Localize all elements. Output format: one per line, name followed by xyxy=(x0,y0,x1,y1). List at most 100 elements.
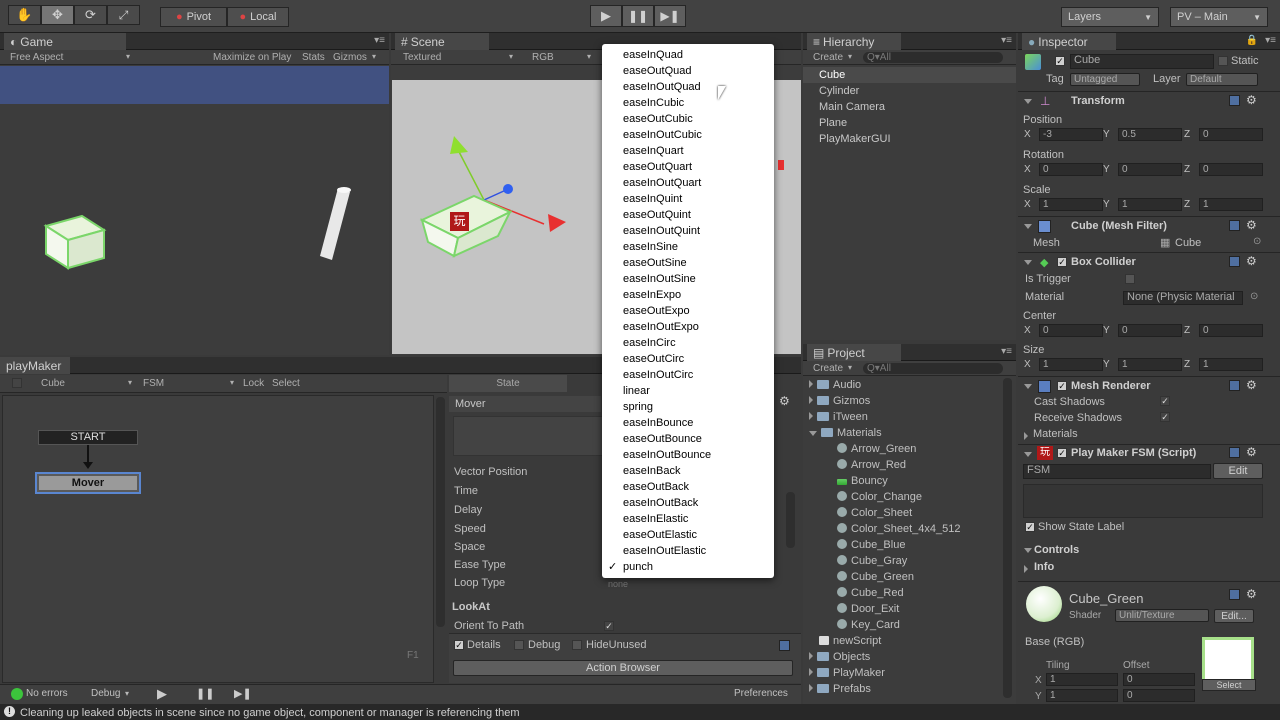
action-browser-button[interactable]: Action Browser xyxy=(453,660,793,676)
receive-shadows-checkbox[interactable]: ✓ xyxy=(1160,412,1170,422)
scale-y-field[interactable]: 1 xyxy=(1118,198,1182,211)
object-picker-icon[interactable]: ⊙ xyxy=(1253,236,1261,247)
project-item-key-card[interactable]: Key_Card xyxy=(803,617,1003,633)
menu-item-easeoutquint[interactable]: easeOutQuint xyxy=(623,207,691,223)
state-node-mover[interactable]: Mover xyxy=(35,472,141,494)
layers-dropdown[interactable]: Layers ▼ xyxy=(1061,7,1159,27)
menu-item-easeinoutquad[interactable]: easeInOutQuad xyxy=(623,79,701,95)
hierarchy-item-main-camera[interactable]: Main Camera xyxy=(803,99,1016,115)
menu-item-easeinoutsine[interactable]: easeInOutSine xyxy=(623,271,696,287)
menu-item-easeoutcubic[interactable]: easeOutCubic xyxy=(623,111,693,127)
tab-hierarchy[interactable]: ≡ Hierarchy xyxy=(807,33,901,50)
reference-icon[interactable] xyxy=(1229,447,1240,458)
orient-to-path-checkbox[interactable]: ✓ xyxy=(604,621,614,631)
debug-checkbox[interactable] xyxy=(514,640,524,650)
hierarchy-item-plane[interactable]: Plane xyxy=(803,115,1016,131)
project-item-cube-red[interactable]: Cube_Red xyxy=(803,585,1003,601)
active-checkbox[interactable]: ✓ xyxy=(1055,56,1065,66)
foldout-icon[interactable] xyxy=(1024,565,1028,573)
gear-icon[interactable]: ⚙ xyxy=(779,394,790,408)
lock-icon[interactable]: 🔒 xyxy=(1246,35,1258,46)
foldout-icon[interactable] xyxy=(809,380,813,388)
foldout-icon[interactable] xyxy=(1024,384,1032,389)
offset-y-field[interactable]: 0 xyxy=(1123,689,1195,702)
help-icon[interactable] xyxy=(779,640,790,651)
controls-foldout[interactable]: Controls xyxy=(1034,544,1079,556)
menu-item-punch[interactable]: punch xyxy=(623,559,653,575)
foldout-icon[interactable] xyxy=(1024,260,1032,265)
project-item-color-sheet-4x4-512[interactable]: Color_Sheet_4x4_512 xyxy=(803,521,1003,537)
tab-inspector[interactable]: ● Inspector xyxy=(1022,33,1116,50)
menu-item-easeinoutexpo[interactable]: easeInOutExpo xyxy=(623,319,699,335)
project-item-door-exit[interactable]: Door_Exit xyxy=(803,601,1003,617)
texture-select-button[interactable]: Select xyxy=(1202,679,1256,691)
panel-menu-icon[interactable]: ▾≡ xyxy=(1001,35,1012,46)
fsm-description-field[interactable] xyxy=(1023,484,1263,518)
stats-toggle[interactable]: Stats xyxy=(302,52,325,63)
menu-item-easeinoutquart[interactable]: easeInOutQuart xyxy=(623,175,701,191)
rotation-x-field[interactable]: 0 xyxy=(1039,163,1103,176)
project-item-color-sheet[interactable]: Color_Sheet xyxy=(803,505,1003,521)
render-mode-dropdown[interactable]: Textured xyxy=(403,52,441,63)
menu-item-easeinback[interactable]: easeInBack xyxy=(623,463,680,479)
project-item-playmaker[interactable]: PlayMaker xyxy=(803,665,1003,681)
reference-icon[interactable] xyxy=(1229,95,1240,106)
gizmos-toggle[interactable]: Gizmos xyxy=(333,52,367,63)
foldout-icon[interactable] xyxy=(809,652,813,660)
shader-edit-button[interactable]: Edit... xyxy=(1214,609,1254,623)
tab-scene[interactable]: # Scene xyxy=(395,33,489,50)
project-item-color-change[interactable]: Color_Change xyxy=(803,489,1003,505)
tab-game[interactable]: ◐ Game xyxy=(4,33,126,50)
hierarchy-search[interactable]: Q▾All xyxy=(863,52,1003,63)
foldout-icon[interactable] xyxy=(1024,99,1032,104)
is-trigger-checkbox[interactable] xyxy=(1125,274,1135,284)
menu-item-easeoutquad[interactable]: easeOutQuad xyxy=(623,63,692,79)
fsm-enable-checkbox[interactable] xyxy=(12,378,22,388)
state-tab[interactable]: State xyxy=(449,375,567,392)
tiling-x-field[interactable]: 1 xyxy=(1046,673,1118,686)
info-foldout[interactable]: Info xyxy=(1034,561,1054,573)
object-picker-icon[interactable]: ⊙ xyxy=(1250,291,1258,302)
mesh-field[interactable]: Cube xyxy=(1175,237,1201,249)
position-z-field[interactable]: 0 xyxy=(1199,128,1263,141)
menu-item-spring[interactable]: spring xyxy=(623,399,653,415)
materials-foldout[interactable]: Materials xyxy=(1033,428,1078,440)
physic-material-field[interactable]: None (Physic Material xyxy=(1123,291,1243,305)
menu-item-easeoutback[interactable]: easeOutBack xyxy=(623,479,689,495)
show-state-label-checkbox[interactable]: ✓ xyxy=(1025,522,1035,532)
tiling-y-field[interactable]: 1 xyxy=(1046,689,1118,702)
menu-item-easeincubic[interactable]: easeInCubic xyxy=(623,95,684,111)
maximize-toggle[interactable]: Maximize on Play xyxy=(213,52,291,63)
reference-icon[interactable] xyxy=(1229,380,1240,391)
box-collider-checkbox[interactable]: ✓ xyxy=(1057,257,1067,267)
size-y-field[interactable]: 1 xyxy=(1118,358,1182,371)
project-item-cube-green[interactable]: Cube_Green xyxy=(803,569,1003,585)
gear-icon[interactable]: ⚙ xyxy=(1246,254,1257,268)
mesh-renderer-checkbox[interactable]: ✓ xyxy=(1057,381,1067,391)
center-x-field[interactable]: 0 xyxy=(1039,324,1103,337)
menu-item-easeinelastic[interactable]: easeInElastic xyxy=(623,511,688,527)
project-item-objects[interactable]: Objects xyxy=(803,649,1003,665)
object-name-field[interactable]: Cube xyxy=(1070,54,1214,69)
center-y-field[interactable]: 0 xyxy=(1118,324,1182,337)
fsm-graph-canvas[interactable]: START Mover F1 xyxy=(2,395,434,683)
mesh-filter-header[interactable]: Cube (Mesh Filter) xyxy=(1071,220,1167,232)
project-item-itween[interactable]: iTween xyxy=(803,409,1003,425)
gear-icon[interactable]: ⚙ xyxy=(1246,445,1257,459)
reference-icon[interactable] xyxy=(1229,589,1240,600)
lookat-action-header[interactable]: LookAt xyxy=(452,601,490,613)
reference-icon[interactable] xyxy=(1229,256,1240,267)
gear-icon[interactable]: ⚙ xyxy=(1246,93,1257,107)
project-item-arrow-red[interactable]: Arrow_Red xyxy=(803,457,1003,473)
menu-item-easeoutsine[interactable]: easeOutSine xyxy=(623,255,687,271)
menu-item-easeinbounce[interactable]: easeInBounce xyxy=(623,415,693,431)
details-checkbox[interactable]: ✓ xyxy=(454,640,464,650)
fsm-checkbox[interactable]: ✓ xyxy=(1057,448,1067,458)
local-button[interactable]: ● Local xyxy=(227,7,289,27)
gear-icon[interactable]: ⚙ xyxy=(1246,218,1257,232)
project-item-bouncy[interactable]: Bouncy xyxy=(803,473,1003,489)
create-dropdown[interactable]: Create xyxy=(813,363,843,374)
action-header[interactable]: Mover xyxy=(449,396,601,412)
play-icon[interactable]: ▶ xyxy=(157,686,167,702)
menu-item-easeinoutcirc[interactable]: easeInOutCirc xyxy=(623,367,693,383)
